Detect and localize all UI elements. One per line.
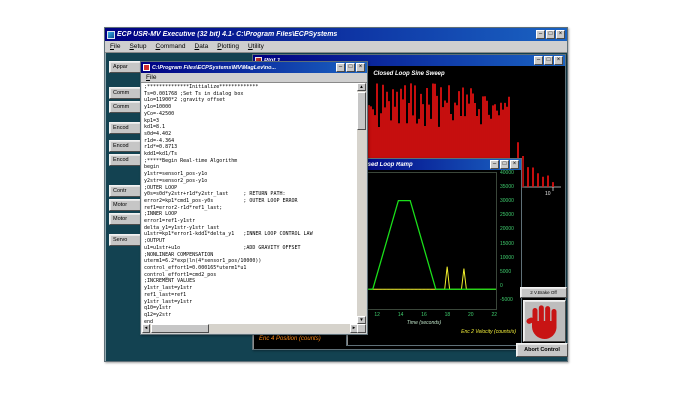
document-icon [143, 64, 150, 71]
ramp-plot [351, 172, 497, 310]
y-tick: 15000 [500, 240, 514, 247]
y-tick: 25000 [500, 212, 514, 219]
x-tick: 20 [468, 312, 474, 318]
ramp-window: Closed Loop Ramp – □ × 40000 35000 30000… [346, 158, 522, 346]
menu-file[interactable]: File [110, 43, 121, 50]
maximize-icon[interactable]: □ [544, 56, 553, 65]
x-tick: 14 [397, 312, 404, 318]
horizontal-scrollbar[interactable]: ◄ ► [142, 324, 358, 333]
scroll-left-icon[interactable]: ◄ [142, 324, 150, 333]
resize-grip[interactable] [357, 324, 366, 333]
y-tick: 0 [500, 282, 503, 289]
minimize-icon[interactable]: – [534, 56, 543, 65]
menu-plotting[interactable]: Plotting [217, 43, 239, 50]
main-window-title: ECP USR-MV Executive (32 bit) 4.1- C:\Pr… [117, 31, 338, 38]
ramp-title: Closed Loop Ramp [358, 161, 413, 168]
editor-menubar: File [141, 73, 367, 83]
scroll-up-icon[interactable]: ▲ [357, 83, 366, 91]
ramp-position-trace [352, 199, 496, 290]
ramp-y-axis: 40000 35000 30000 25000 20000 15000 1000… [500, 171, 520, 303]
minimize-icon[interactable]: – [336, 63, 345, 72]
x-tick: 12 [374, 312, 380, 318]
y-tick: 40000 [500, 170, 514, 176]
sweep-x-tick: 10 [545, 191, 551, 197]
x-tick: 22 [491, 312, 497, 318]
y-tick: 30000 [500, 198, 514, 205]
scroll-down-icon[interactable]: ▼ [357, 316, 366, 324]
menu-file[interactable]: File [146, 74, 157, 81]
x-tick: 18 [444, 312, 451, 318]
editor-titlebar[interactable]: C:\Program Files\ECPSystems\MV\MagLev\no… [141, 62, 367, 73]
ramp-x-axis-label: Time (seconds) [406, 320, 442, 326]
main-menubar: File Setup Command Data Plotting Utility [105, 41, 567, 53]
y-tick: 5000 [500, 268, 512, 275]
close-icon[interactable]: × [556, 30, 565, 39]
close-icon[interactable]: × [356, 63, 365, 72]
main-window-controls: – □ × [536, 30, 565, 39]
stop-hand-icon [526, 305, 557, 340]
maximize-icon[interactable]: □ [500, 160, 509, 169]
ramp-titlebar[interactable]: Closed Loop Ramp – □ × [347, 159, 521, 170]
menu-setup[interactable]: Setup [130, 43, 147, 50]
menu-data[interactable]: Data [195, 43, 209, 50]
menu-utility[interactable]: Utility [248, 43, 264, 50]
close-icon[interactable]: × [510, 160, 519, 169]
y-tick: -5000 [500, 296, 513, 303]
maximize-icon[interactable]: □ [546, 30, 555, 39]
desktop: ECP USR-MV Executive (32 bit) 4.1- C:\Pr… [0, 0, 688, 400]
abort-control-button[interactable]: Abort Control [516, 343, 568, 357]
minimize-icon[interactable]: – [536, 30, 545, 39]
ramp-x-axis: 10 12 14 16 18 20 22 [351, 313, 497, 318]
scroll-thumb[interactable] [357, 92, 366, 130]
close-icon[interactable]: × [554, 56, 563, 65]
brake-off-button[interactable]: 2 V.Brake Off [520, 287, 567, 298]
sweep-legend-position: Enc 4 Position (counts) [259, 336, 321, 342]
minimize-icon[interactable]: – [490, 160, 499, 169]
menu-command[interactable]: Command [156, 43, 186, 50]
abort-hand-tile[interactable] [523, 300, 566, 342]
algorithm-code-area[interactable]: ;**************Initialize************* T… [142, 83, 358, 324]
maximize-icon[interactable]: □ [346, 63, 355, 72]
y-tick: 35000 [500, 184, 514, 191]
main-titlebar[interactable]: ECP USR-MV Executive (32 bit) 4.1- C:\Pr… [105, 28, 567, 41]
y-tick: 20000 [500, 226, 514, 233]
y-tick: 10000 [500, 254, 514, 261]
vertical-scrollbar[interactable]: ▲ ▼ [357, 83, 366, 324]
editor-title: C:\Program Files\ECPSystems\MV\MagLev\no… [152, 64, 277, 71]
scroll-thumb[interactable] [151, 324, 209, 333]
app-icon [107, 30, 115, 39]
x-tick: 16 [421, 312, 427, 318]
ramp-legend-velocity: Enc 2 Velocity (counts/s) [461, 329, 516, 335]
editor-window: C:\Program Files\ECPSystems\MV\MagLev\no… [140, 61, 368, 335]
